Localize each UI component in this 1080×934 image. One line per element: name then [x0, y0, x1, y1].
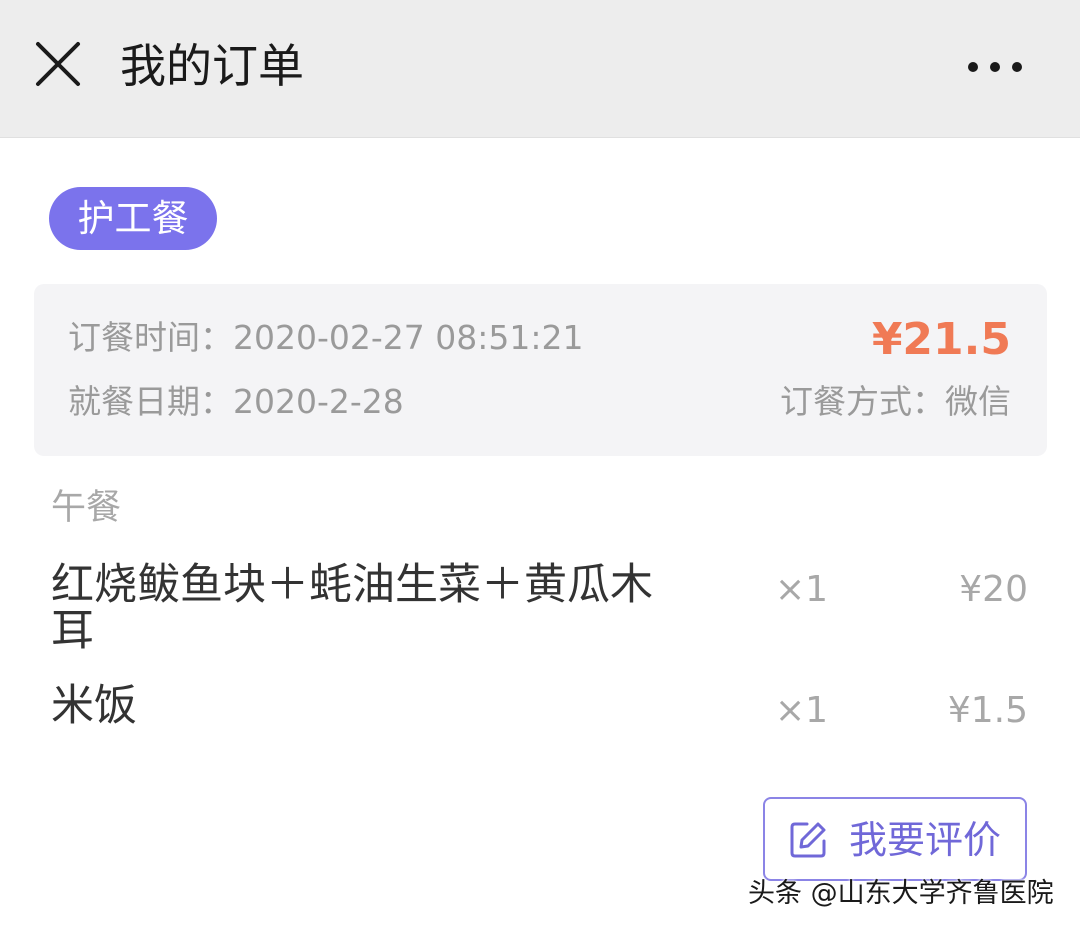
- edit-icon: [790, 822, 826, 858]
- close-button[interactable]: [30, 36, 86, 92]
- order-category-badge: 护工餐: [49, 187, 217, 250]
- more-horizontal-icon: [1012, 62, 1022, 72]
- order-total-price: ¥21.5: [871, 314, 1011, 365]
- page-title: 我的订单: [120, 39, 304, 93]
- top-bar: 我的订单: [0, 0, 1080, 138]
- payment-method-label: 订餐方式：: [780, 382, 945, 421]
- payment-method-value: 微信: [945, 382, 1011, 421]
- write-review-button[interactable]: 我要评价: [763, 797, 1027, 881]
- item-quantity: ×1: [775, 690, 829, 731]
- order-time-value: 2020-02-27 08:51:21: [233, 318, 584, 357]
- order-info-card: 订餐时间：2020-02-27 08:51:21 ¥21.5 就餐日期：2020…: [34, 284, 1047, 456]
- order-time-row: 订餐时间：2020-02-27 08:51:21: [68, 316, 583, 360]
- source-watermark: 头条 @山东大学齐鲁医院: [748, 878, 1054, 909]
- item-name: 红烧鲅鱼块＋蚝油生菜＋黄瓜木耳: [51, 560, 653, 656]
- more-menu-button[interactable]: [960, 48, 1030, 84]
- meal-section-label: 午餐: [51, 488, 122, 528]
- meal-date-value: 2020-2-28: [233, 382, 404, 421]
- item-price: ¥1.5: [947, 690, 1028, 731]
- payment-method-row: 订餐方式：微信: [780, 380, 1011, 424]
- item-quantity: ×1: [775, 569, 829, 610]
- more-horizontal-icon: [968, 62, 978, 72]
- item-price: ¥20: [959, 569, 1028, 610]
- close-icon: [36, 42, 80, 86]
- meal-date-row: 就餐日期：2020-2-28: [68, 380, 404, 424]
- meal-date-label: 就餐日期：: [68, 382, 233, 421]
- more-horizontal-icon: [990, 62, 1000, 72]
- order-time-label: 订餐时间：: [68, 318, 233, 357]
- item-name: 米饭: [51, 681, 137, 731]
- write-review-label: 我要评价: [849, 818, 1002, 862]
